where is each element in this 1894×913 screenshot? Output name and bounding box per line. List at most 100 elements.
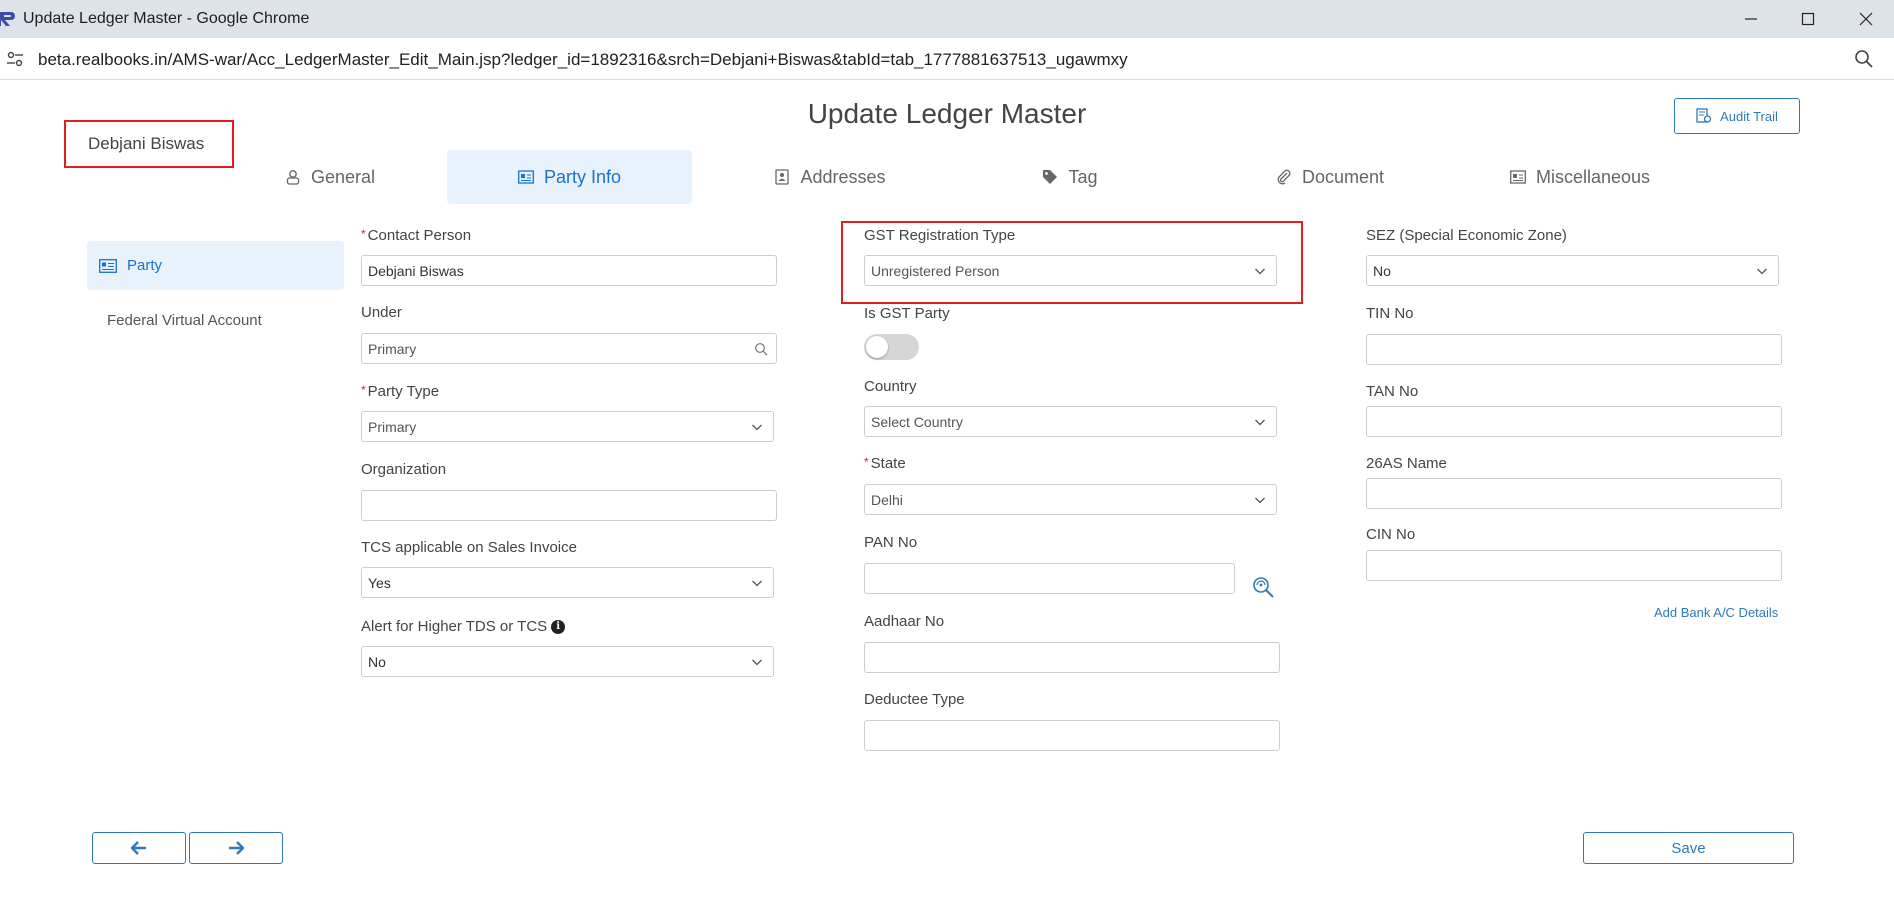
chevron-down-icon — [1255, 419, 1265, 426]
tab-general[interactable]: General — [230, 150, 430, 204]
tab-document[interactable]: Document — [1230, 150, 1430, 204]
state-select[interactable]: Delhi — [864, 484, 1277, 515]
contact-person-label: * Contact Person — [361, 227, 472, 244]
maximize-icon[interactable] — [1780, 0, 1836, 38]
address-bar[interactable]: beta.realbooks.in/AMS-war/Acc_LedgerMast… — [0, 38, 1894, 80]
country-select[interactable]: Select Country — [864, 406, 1277, 437]
country-label: Country — [864, 378, 917, 395]
tab-addresses[interactable]: Addresses — [730, 150, 930, 204]
user-icon — [286, 170, 300, 185]
tan-no-label: TAN No — [1366, 383, 1419, 400]
search-icon[interactable] — [754, 342, 768, 356]
app-logo-icon — [0, 12, 15, 26]
tcs-applicable-label: TCS applicable on Sales Invoice — [361, 539, 577, 556]
tab-tag[interactable]: Tag — [980, 150, 1160, 204]
tab-bar: General Party Info Addresses Tag Documen… — [0, 150, 1894, 204]
gst-registration-type-select[interactable]: Unregistered Person — [864, 255, 1277, 286]
save-button[interactable]: Save — [1583, 832, 1794, 864]
page-title: Update Ledger Master — [807, 98, 1087, 129]
alert-higher-tds-select[interactable]: No — [361, 646, 774, 677]
gst-registration-type-label: GST Registration Type — [864, 227, 1016, 244]
tab-miscellaneous[interactable]: Miscellaneous — [1480, 150, 1680, 204]
toggle-knob — [866, 336, 888, 358]
chevron-down-icon — [752, 580, 762, 587]
browser-title-bar: Update Ledger Master - Google Chrome — [0, 0, 1894, 38]
pan-no-input[interactable] — [864, 563, 1235, 594]
tab-label: Document — [1301, 166, 1385, 187]
id-card-icon — [99, 258, 117, 273]
cin-no-label: CIN No — [1366, 526, 1416, 543]
name-26as-label: 26AS Name — [1366, 455, 1447, 472]
sez-select[interactable]: No — [1366, 255, 1779, 286]
tcs-applicable-select[interactable]: Yes — [361, 567, 774, 598]
next-button[interactable] — [189, 832, 283, 864]
cin-no-input[interactable] — [1366, 550, 1782, 581]
tab-label: Miscellaneous — [1535, 166, 1651, 187]
audit-trail-label: Audit Trail — [1720, 108, 1778, 124]
chevron-down-icon — [1757, 268, 1767, 275]
organization-label: Organization — [361, 461, 447, 478]
window-title: Update Ledger Master - Google Chrome — [23, 10, 310, 27]
arrow-right-icon — [229, 841, 244, 855]
state-label: * State — [864, 455, 906, 472]
tan-no-input[interactable] — [1366, 406, 1782, 437]
sidebar-item-label: Federal Virtual Account — [107, 312, 262, 329]
tcs-applicable-value: Yes — [368, 574, 391, 591]
page-content: Update Ledger Master Debjani Biswas Audi… — [0, 80, 1894, 913]
alert-higher-tds-label: Alert for Higher TDS or TCS i — [361, 618, 566, 635]
minimize-icon[interactable] — [1723, 0, 1779, 38]
tin-no-input[interactable] — [1366, 334, 1782, 365]
id-card-icon — [518, 170, 534, 184]
pan-no-label: PAN No — [864, 534, 918, 551]
sidebar-item-federal-virtual-account[interactable]: Federal Virtual Account — [87, 296, 344, 345]
under-label: Under — [361, 304, 402, 321]
tin-no-label: TIN No — [1366, 305, 1414, 322]
contact-person-input[interactable]: Debjani Biswas — [361, 255, 777, 286]
state-value: Delhi — [871, 491, 903, 508]
zoom-icon[interactable] — [1854, 49, 1874, 69]
paperclip-icon — [1277, 169, 1291, 185]
chevron-down-icon — [1255, 497, 1265, 504]
previous-button[interactable] — [92, 832, 186, 864]
tag-icon — [1043, 170, 1058, 184]
audit-trail-button[interactable]: Audit Trail — [1674, 98, 1800, 134]
party-type-value: Primary — [368, 418, 417, 435]
gst-registration-type-value: Unregistered Person — [871, 262, 1000, 279]
under-input[interactable]: Primary — [361, 333, 777, 364]
under-value: Primary — [368, 340, 417, 357]
sidebar-item-party[interactable]: Party — [87, 241, 344, 290]
arrow-left-icon — [131, 841, 146, 855]
tab-label: Addresses — [800, 166, 886, 187]
sidebar-item-label: Party — [127, 257, 163, 274]
audit-trail-icon — [1696, 108, 1712, 123]
deductee-type-label: Deductee Type — [864, 691, 965, 708]
alert-higher-tds-value: No — [368, 653, 386, 670]
add-bank-details-link[interactable]: Add Bank A/C Details — [1654, 605, 1778, 620]
chevron-down-icon — [1255, 268, 1265, 275]
url-text[interactable]: beta.realbooks.in/AMS-war/Acc_LedgerMast… — [38, 50, 1128, 70]
close-icon[interactable] — [1838, 0, 1894, 38]
tab-party-info[interactable]: Party Info — [447, 150, 692, 204]
site-settings-icon[interactable] — [6, 50, 24, 68]
organization-input[interactable] — [361, 490, 777, 521]
contact-book-icon — [775, 169, 790, 185]
party-type-select[interactable]: Primary — [361, 411, 774, 442]
chevron-down-icon — [752, 659, 762, 666]
sez-label: SEZ (Special Economic Zone) — [1366, 227, 1567, 244]
sez-value: No — [1373, 262, 1391, 279]
aadhaar-no-input[interactable] — [864, 642, 1280, 673]
id-card-icon — [1510, 170, 1526, 184]
name-26as-input[interactable] — [1366, 478, 1782, 509]
deductee-type-input[interactable] — [864, 720, 1280, 751]
tab-label: Tag — [1068, 166, 1098, 187]
is-gst-party-toggle[interactable] — [864, 334, 919, 360]
tab-label: General — [310, 166, 376, 187]
is-gst-party-label: Is GST Party — [864, 305, 950, 322]
aadhaar-no-label: Aadhaar No — [864, 613, 945, 630]
party-type-label: * Party Type — [361, 383, 440, 400]
pan-search-icon[interactable] — [1250, 574, 1276, 600]
chevron-down-icon — [752, 424, 762, 431]
country-value: Select Country — [871, 413, 963, 430]
tab-label: Party Info — [543, 166, 622, 187]
info-icon[interactable]: i — [551, 620, 566, 635]
